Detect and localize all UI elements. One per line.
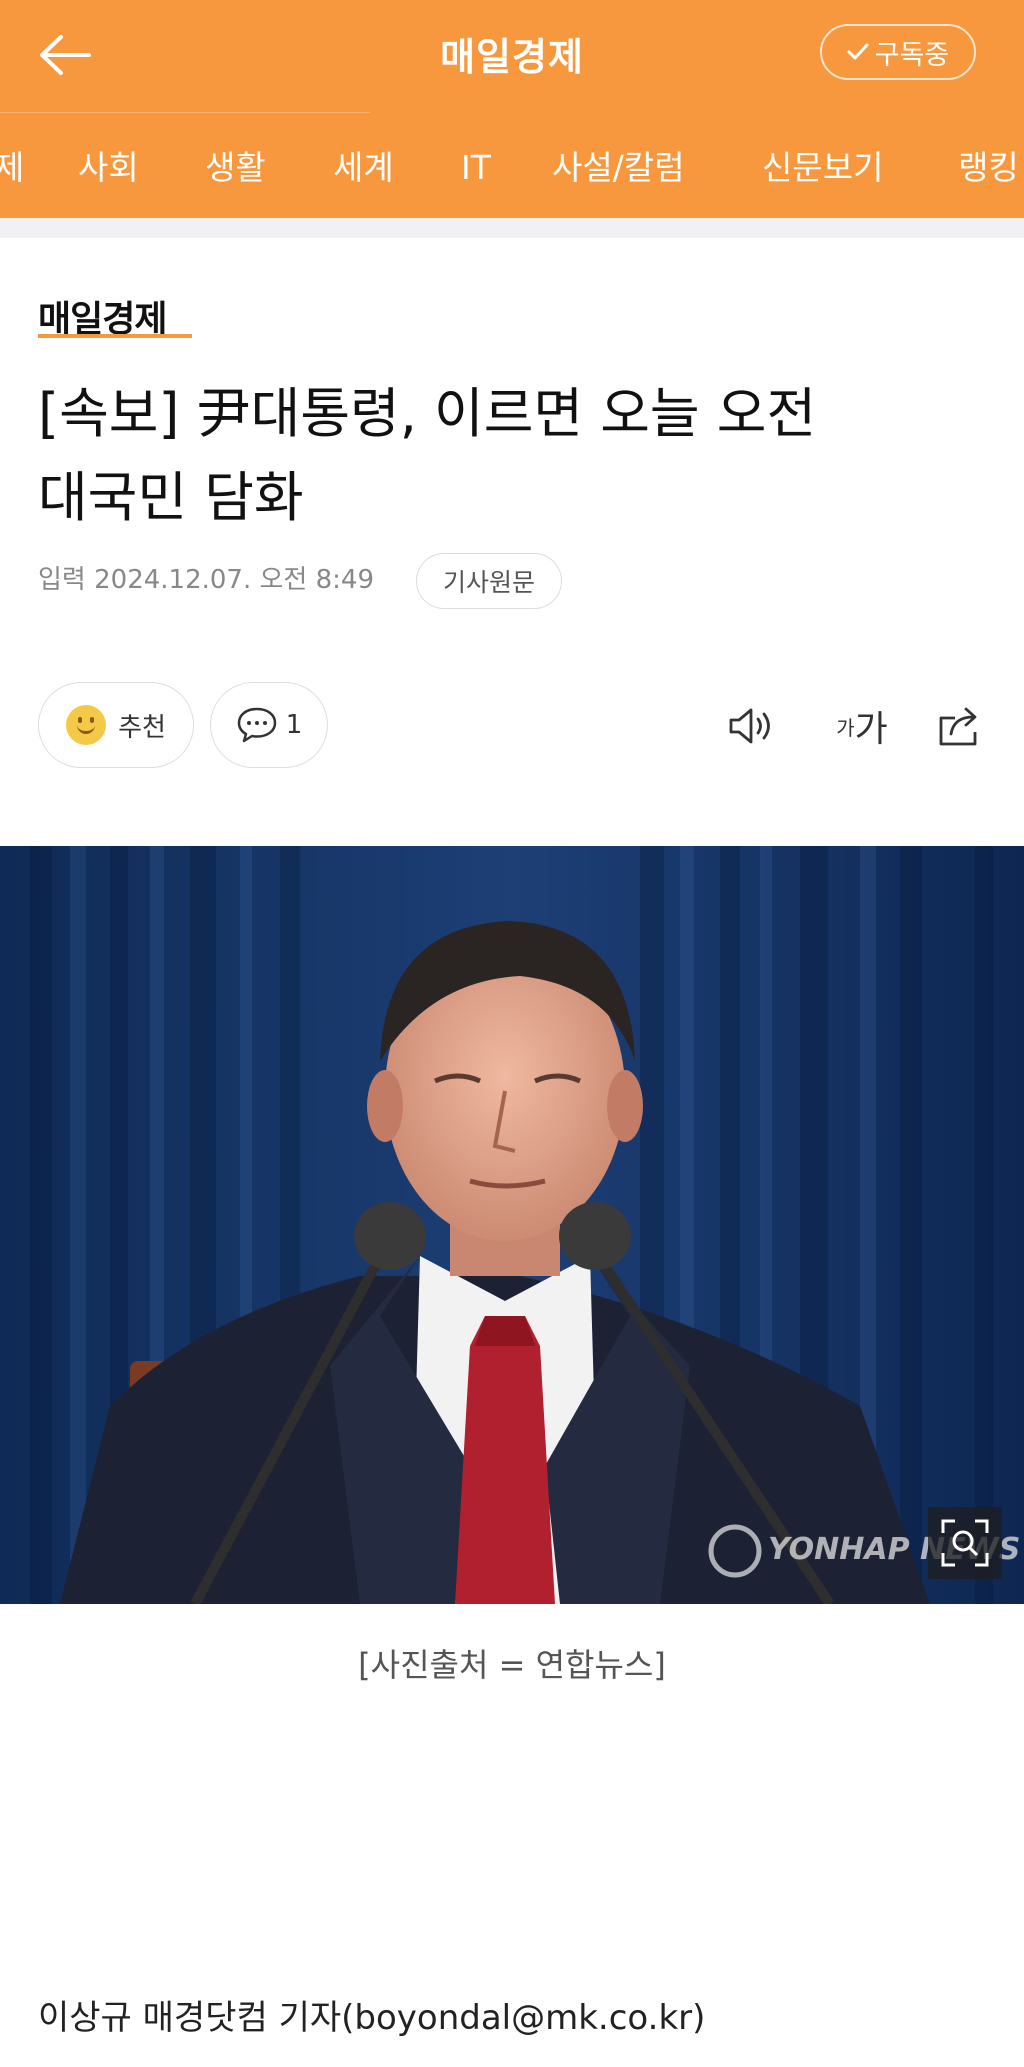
article-headline: [속보] 尹대통령, 이르면 오늘 오전 대국민 담화	[38, 372, 988, 540]
comment-count: 1	[285, 710, 303, 740]
comment-bubble-icon	[237, 707, 276, 743]
smile-icon	[66, 705, 107, 745]
headline-line-1: [속보] 尹대통령, 이르면 오늘 오전	[38, 382, 817, 445]
nav-item-ranking[interactable]: 랭킹	[958, 140, 1019, 196]
zoom-icon	[941, 1519, 989, 1567]
check-icon	[847, 43, 869, 60]
share-icon	[939, 707, 977, 746]
article-photo[interactable]: YONHAP NEWS	[0, 846, 1024, 1604]
font-size-button[interactable]: 가가	[822, 696, 902, 756]
headline-line-2: 대국민 담화	[38, 466, 304, 529]
nav-item-society[interactable]: 사회	[78, 140, 139, 196]
section-gap	[0, 218, 1024, 238]
nav-item-world[interactable]: 세계	[333, 140, 394, 196]
nav-item-editorial[interactable]: 사설/칼럼	[552, 140, 685, 196]
subscribe-button[interactable]: 구독중	[820, 24, 976, 80]
nav-item-newspaper[interactable]: 신문보기	[762, 140, 883, 196]
top-app-bar: 매일경제 구독중 제 사회 생활 세계 IT 사설/칼럼 신문보기 랭킹	[0, 0, 1024, 218]
subscribe-label: 구독중	[874, 39, 950, 71]
nav-item-it[interactable]: IT	[461, 140, 491, 196]
press-logo-underline	[38, 334, 192, 338]
published-time: 입력 2024.12.07. 오전 8:49	[38, 565, 374, 595]
share-button[interactable]	[930, 696, 990, 756]
recommend-label: 추천	[118, 712, 166, 743]
text-to-speech-button[interactable]	[722, 696, 782, 756]
font-large-label: 가	[854, 709, 888, 750]
divider	[0, 112, 370, 113]
photo-zoom-button[interactable]	[928, 1507, 1002, 1579]
comment-button[interactable]: 1	[210, 682, 328, 768]
photo-caption: [사진출처 = 연합뉴스]	[358, 1646, 666, 1684]
original-article-button[interactable]: 기사원문	[416, 553, 562, 609]
press-conference-photo	[0, 846, 1024, 1604]
nav-item-life[interactable]: 생활	[205, 140, 266, 196]
reporter-byline: 이상규 매경닷컴 기자(boyondal@mk.co.kr)	[38, 1998, 706, 2038]
speaker-icon	[729, 708, 770, 744]
font-small-label: 가	[836, 715, 855, 740]
nav-item-partial[interactable]: 제	[0, 140, 24, 196]
recommend-button[interactable]: 추천	[38, 682, 194, 768]
